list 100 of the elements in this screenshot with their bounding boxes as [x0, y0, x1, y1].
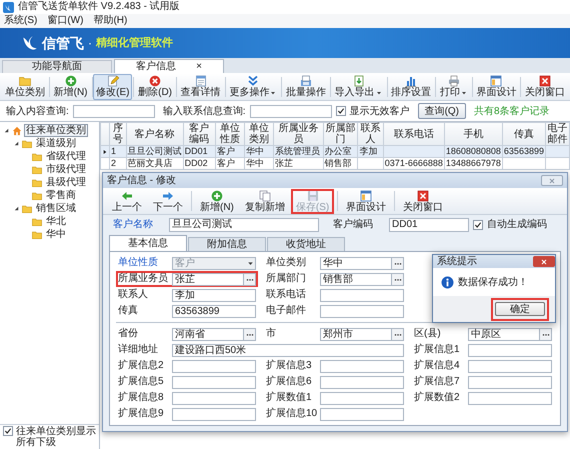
- table-cell: 销售部: [323, 158, 358, 170]
- menu-item[interactable]: 帮助(H): [93, 15, 128, 27]
- toolbar-button[interactable]: 关闭窗口: [398, 188, 448, 214]
- input-field[interactable]: [172, 360, 256, 372]
- tree-item[interactable]: 华中: [44, 228, 68, 241]
- input-field[interactable]: [468, 344, 552, 356]
- toolbar-button[interactable]: 下一个: [148, 188, 188, 214]
- input-field[interactable]: [172, 408, 256, 420]
- search-field[interactable]: [72, 104, 155, 118]
- input-field[interactable]: [320, 304, 404, 318]
- tab[interactable]: 附加信息: [188, 237, 266, 251]
- toolbar-button[interactable]: 删除(D): [135, 74, 175, 100]
- lookup-field[interactable]: 张芷: [172, 272, 256, 286]
- tree-item[interactable]: 渠道级别: [34, 137, 78, 150]
- field-label: 电子邮件: [266, 305, 307, 317]
- browse-button[interactable]: [391, 258, 403, 268]
- lookup-field[interactable]: 郑州市: [320, 328, 404, 340]
- logo-icon: [22, 35, 38, 51]
- field-label: 联系电话: [266, 289, 307, 301]
- menu-item[interactable]: 窗口(W): [47, 15, 84, 27]
- toolbar-button[interactable]: 新增(N): [195, 188, 239, 214]
- tree-item[interactable]: 往来单位类别: [24, 124, 88, 137]
- field-label: 扩展信息3: [266, 360, 313, 372]
- lookup-field[interactable]: 中原区: [468, 328, 552, 340]
- expander-icon[interactable]: [13, 205, 20, 212]
- toolbar-button[interactable]: 排序设置: [388, 74, 434, 100]
- tree-item[interactable]: 省级代理: [44, 150, 88, 163]
- toolbar-button[interactable]: 上一个: [107, 188, 147, 214]
- field-label: 扩展信息2: [118, 360, 165, 372]
- tree-item[interactable]: 销售区域: [34, 202, 78, 215]
- input-field[interactable]: [320, 408, 404, 420]
- toolbar-button[interactable]: 打印: [436, 74, 471, 100]
- checkbox[interactable]: [3, 426, 13, 436]
- toolbar-button[interactable]: 修改(E): [93, 74, 132, 100]
- input-field[interactable]: 李加: [172, 288, 256, 302]
- checkbox-label: 往来单位类别显示所有下级: [16, 426, 96, 448]
- ok-button[interactable]: 确定: [495, 302, 545, 316]
- tree-item[interactable]: 县级代理: [44, 176, 88, 189]
- close-button[interactable]: [533, 256, 555, 267]
- stack-icon: [300, 75, 312, 87]
- browse-button[interactable]: [243, 328, 255, 340]
- checkbox[interactable]: [336, 106, 346, 116]
- table-row[interactable]: 1 旦旦公司测试 DD01 客户 华中 系统管理员 办公室 李加 18608080808 63563899: [100, 146, 570, 158]
- toolbar-button[interactable]: 导入导出: [332, 74, 386, 100]
- input-field[interactable]: [320, 288, 404, 302]
- expander-icon[interactable]: [3, 127, 10, 134]
- toolbar-button[interactable]: 查看详情: [178, 74, 224, 100]
- lookup-field[interactable]: 销售部: [320, 272, 404, 286]
- browse-button[interactable]: [243, 274, 255, 284]
- input-field[interactable]: [172, 376, 256, 388]
- field-label: 扩展信息9: [118, 408, 165, 420]
- info-icon: [441, 276, 454, 288]
- input-field[interactable]: [320, 392, 404, 404]
- document-tab[interactable]: 功能导航面: [2, 60, 112, 73]
- contact-search-field[interactable]: [250, 104, 332, 118]
- document-tab[interactable]: 客户信息 ×: [114, 59, 224, 73]
- message-text: 数据保存成功！: [458, 276, 528, 290]
- tree-item[interactable]: 市级代理: [44, 163, 88, 176]
- tab[interactable]: 收货地址: [267, 237, 345, 251]
- printer-icon: [448, 75, 460, 87]
- input-field[interactable]: 旦旦公司测试: [169, 218, 319, 232]
- field-label: 扩展数值1: [266, 392, 313, 404]
- input-field[interactable]: [172, 392, 256, 404]
- check-icon: [474, 220, 482, 228]
- tab-close-button[interactable]: ×: [196, 60, 202, 72]
- input-field[interactable]: [468, 360, 552, 372]
- input-field[interactable]: [468, 392, 552, 404]
- table-cell: 2: [110, 158, 126, 170]
- toolbar-button[interactable]: 界面设计: [473, 74, 520, 100]
- browse-button[interactable]: [539, 328, 551, 340]
- input-field[interactable]: 63563899: [172, 304, 256, 318]
- close-button[interactable]: [541, 175, 563, 186]
- query-button[interactable]: 查询(Q): [418, 103, 466, 119]
- arrow-right-icon: [162, 190, 174, 202]
- toolbar-button[interactable]: 复制新增: [240, 188, 290, 214]
- input-field[interactable]: [320, 360, 404, 372]
- toolbar-button[interactable]: 新增(N): [50, 74, 91, 100]
- field-label: 扩展信息4: [414, 360, 461, 372]
- input-field[interactable]: 建设路口西50米: [172, 344, 404, 356]
- browse-button[interactable]: [391, 274, 403, 284]
- toolbar-button[interactable]: 关闭窗口: [522, 74, 568, 100]
- toolbar-button[interactable]: 单位类别: [2, 74, 48, 100]
- input-field[interactable]: DD01: [389, 218, 469, 232]
- lookup-field[interactable]: 华中: [320, 256, 404, 270]
- checkbox[interactable]: [473, 220, 483, 230]
- input-field[interactable]: [468, 376, 552, 388]
- menu-item[interactable]: 系统(S): [4, 15, 38, 27]
- tree-item[interactable]: 零售商: [44, 189, 78, 202]
- toolbar-button[interactable]: 更多操作: [226, 74, 280, 100]
- tree-item[interactable]: 华北: [44, 215, 68, 228]
- table-row[interactable]: 2 芭丽文具店 DD02 客户 华中 张芷 销售部 0371-6666888 13488667978: [100, 158, 570, 170]
- lookup-field[interactable]: 河南省: [172, 328, 256, 340]
- input-field[interactable]: [320, 376, 404, 388]
- browse-button[interactable]: [391, 328, 403, 340]
- toolbar-button[interactable]: 批量操作: [282, 74, 329, 100]
- dialog-title: 客户信息 - 修改: [107, 174, 176, 186]
- field-label: 市: [266, 328, 277, 340]
- expander-icon[interactable]: [13, 140, 20, 147]
- toolbar-button[interactable]: 界面设计: [341, 188, 392, 214]
- tab[interactable]: 基本信息: [109, 235, 187, 251]
